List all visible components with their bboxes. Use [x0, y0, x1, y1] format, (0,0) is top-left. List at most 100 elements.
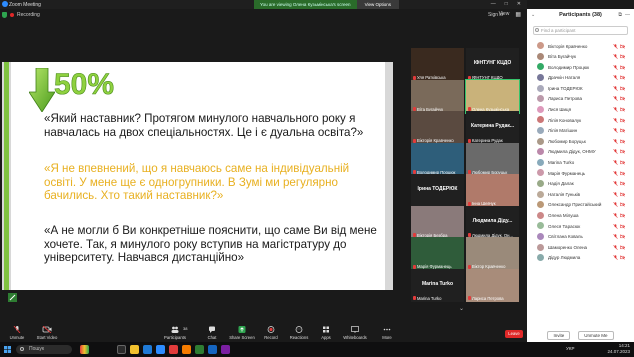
camera-off-icon	[620, 54, 625, 59]
maximize-button[interactable]: □	[505, 1, 508, 7]
participant-video-tile[interactable]: Marina Turko Marina Turko	[411, 268, 464, 302]
word-icon[interactable]	[208, 345, 217, 354]
avatar	[537, 222, 544, 230]
participant-row[interactable]: Володимир Процюк	[527, 62, 634, 73]
apps-button[interactable]: Apps	[311, 326, 341, 340]
participant-video-tile[interactable]: Олена Кузьмінська	[465, 78, 520, 114]
reactions-button[interactable]: Reactions	[284, 326, 314, 340]
close-button[interactable]: ✕	[517, 1, 521, 7]
avatar	[537, 127, 544, 135]
avatar	[537, 243, 544, 251]
record-button[interactable]: Record	[256, 326, 286, 340]
participant-row[interactable]: Лілія Коновалук	[527, 115, 634, 126]
participant-video-tile[interactable]: Любомир Боруцьк	[466, 142, 519, 176]
opera-icon[interactable]	[169, 345, 178, 354]
popout-icon[interactable]: ⧉	[618, 12, 622, 18]
participant-video-tile[interactable]: Віктор Кравченко	[466, 237, 519, 270]
edge-browser-icon[interactable]	[143, 345, 152, 354]
participant-row[interactable]: Марія Фурманець	[527, 168, 634, 179]
participant-name: Володимир Процюк	[548, 64, 590, 70]
participant-search-input[interactable]: Find a participant	[533, 26, 628, 35]
participant-row[interactable]: Любомир Боруцьк	[527, 136, 634, 147]
more-button[interactable]: More	[372, 326, 402, 340]
participant-video-tile[interactable]: ІФНТУНГ КЦДО ІФНТУНГ КЦДО	[466, 48, 519, 81]
windows-start-icon[interactable]	[4, 346, 11, 353]
view-options-button[interactable]: View Options	[356, 0, 399, 9]
participant-video-tile[interactable]: Ірина ТОДЕРЮК	[411, 174, 464, 207]
recording-indicator[interactable]: Recording	[10, 12, 40, 18]
participant-video-tile[interactable]: Уля Ратківська	[411, 48, 464, 81]
invite-button[interactable]: Invite	[547, 330, 571, 340]
view-button[interactable]: View	[499, 11, 510, 18]
unmute-me-button[interactable]: Unmute Me	[578, 330, 614, 340]
chat-button[interactable]: Chat	[197, 326, 227, 340]
excel-icon[interactable]	[195, 345, 204, 354]
clock[interactable]: 14:21 24.07.2023	[607, 343, 630, 355]
unmute-button[interactable]: Unmute	[2, 326, 32, 340]
participant-name: Олександр Пристайський	[548, 202, 602, 208]
participant-row[interactable]: Шаморенко Олена	[527, 242, 634, 253]
taskbar-search-input[interactable]: Пошук	[16, 345, 72, 354]
participant-video-tile[interactable]: Марія Фурманець	[411, 237, 464, 270]
camera-off-icon	[620, 255, 625, 261]
participant-row[interactable]: Віта Бугайчук	[527, 52, 634, 63]
panel-close-icon[interactable]: —	[625, 12, 630, 18]
mic-muted-icon	[613, 234, 618, 240]
avatar	[537, 63, 544, 71]
participant-row[interactable]: Надія Далак	[527, 179, 634, 190]
participant-video-tile[interactable]: Володимир Процюк	[411, 142, 464, 176]
participant-row[interactable]: Олександр Пристайський	[527, 200, 634, 211]
participant-row[interactable]: Marina Turko	[527, 158, 634, 169]
grid-icon[interactable]: ▦	[515, 11, 521, 18]
mic-muted-icon	[613, 170, 618, 176]
camera-off-icon	[620, 181, 625, 186]
annotate-pencil-icon[interactable]	[8, 293, 17, 302]
participant-video-tile[interactable]: Вікторія Кравченко	[411, 111, 464, 144]
view-controls: View ▦	[499, 11, 521, 18]
participant-name: Людмила Дідук, ОНМУ	[548, 149, 596, 155]
input-language[interactable]: УКР	[566, 346, 574, 351]
participant-row[interactable]: Світлана Коваль	[527, 232, 634, 243]
participant-row[interactable]: Вікторія Кравченко	[527, 41, 634, 52]
participant-row[interactable]: Олеся Тарасюк	[527, 221, 634, 232]
participant-video-tile[interactable]: Інна Шевчук	[466, 174, 519, 207]
participant-name: Шаморенко Олена	[548, 244, 588, 250]
share-screen-button[interactable]: Share Screen	[227, 326, 257, 340]
zoom-taskbar-icon[interactable]	[156, 345, 165, 354]
zoom-logo-icon	[2, 1, 8, 7]
avatar	[537, 42, 544, 50]
whiteboards-button[interactable]: Whiteboards	[340, 326, 370, 340]
mic-muted-icon	[613, 223, 618, 229]
weather-widget-icon[interactable]	[80, 345, 89, 354]
participant-video-tile[interactable]: Людмила Діду... Людмила Дідук, Он...	[466, 205, 519, 239]
camera-off-icon	[620, 192, 625, 197]
participant-video-tile[interactable]: Катерина Рудак... Катерина Рудак	[466, 111, 519, 144]
participant-list: Вікторія Кравченко Віта Бугайчук Володимир…	[527, 41, 634, 263]
start-video-button[interactable]: Start Video	[32, 326, 62, 340]
teams-icon[interactable]	[221, 345, 230, 354]
avatar	[537, 158, 544, 166]
minimize-button[interactable]: —	[491, 1, 496, 7]
powerpoint-icon[interactable]	[182, 345, 191, 354]
window-titlebar: Zoom Meeting You are viewing Олена Кузьм…	[0, 0, 527, 9]
participant-row[interactable]: Драчкін Наталя	[527, 73, 634, 84]
participant-video-tile[interactable]: Віта Бугайчук	[411, 79, 464, 113]
file-explorer-icon[interactable]	[130, 345, 139, 354]
meeting-toolbar: Unmute Start Video Participants 38 Chat …	[0, 323, 527, 342]
participant-row[interactable]: Лися Шиця	[527, 105, 634, 116]
gallery-page-indicator[interactable]: ⌄	[459, 305, 464, 312]
mic-muted-icon	[613, 213, 618, 218]
participant-row[interactable]: Людмила Дідук, ОНМУ	[527, 147, 634, 158]
security-shield-icon[interactable]	[2, 12, 7, 18]
participant-row[interactable]: Лілія Матішин	[527, 126, 634, 137]
task-view-icon[interactable]	[117, 345, 126, 354]
participant-row[interactable]: Дідур Людмила	[527, 253, 634, 264]
participant-video-tile[interactable]: Лариса Петрова	[466, 268, 519, 302]
participant-row[interactable]: Наталія Гуньків	[527, 189, 634, 200]
participant-row[interactable]: Олена Мілуша	[527, 211, 634, 222]
participant-row[interactable]: Лариса Петрова	[527, 94, 634, 105]
meeting-top-bar: Recording Sign in View ▦	[0, 9, 527, 21]
participant-row[interactable]: Ірина ТОДЕРЮК	[527, 83, 634, 94]
participant-video-tile[interactable]: Вікторія Безбра	[411, 205, 464, 239]
leave-button[interactable]: Leave	[505, 330, 523, 338]
